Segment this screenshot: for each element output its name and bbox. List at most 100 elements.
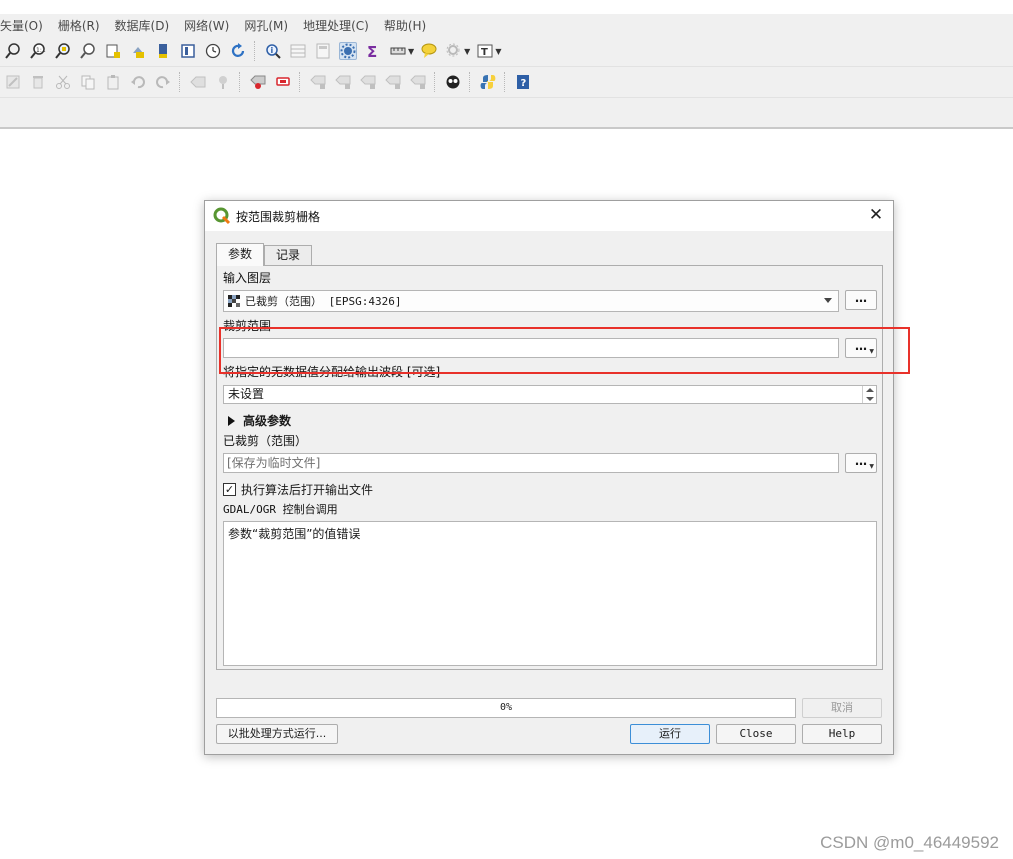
caret-down-icon: ▼ bbox=[869, 463, 874, 470]
measure-icon[interactable] bbox=[389, 42, 407, 60]
menu-mesh[interactable]: 网孔(M) bbox=[237, 17, 296, 34]
output-label: 已裁剪（范围） bbox=[223, 434, 308, 448]
help-icon[interactable]: ? bbox=[514, 73, 532, 91]
nodata-spinbox[interactable]: 未设置 bbox=[223, 385, 877, 404]
python-icon[interactable] bbox=[479, 73, 497, 91]
close-button[interactable]: Close bbox=[716, 724, 796, 744]
zoom-in-icon[interactable] bbox=[4, 42, 22, 60]
chevron-down-icon bbox=[824, 298, 832, 303]
paste-icon[interactable] bbox=[104, 73, 122, 91]
zoom-to-native-icon[interactable]: 1:1 bbox=[29, 42, 47, 60]
label-pin-icon[interactable] bbox=[214, 73, 232, 91]
clip-raster-by-extent-dialog: 按范围裁剪栅格 ✕ 参数 记录 输入图层 已裁剪（范围） [EPSG:4326]… bbox=[204, 200, 894, 755]
menu-web[interactable]: 网络(W) bbox=[177, 17, 237, 34]
advanced-parameters-label: 高级参数 bbox=[243, 414, 292, 428]
extent-options-button[interactable]: … ▼ bbox=[845, 338, 877, 358]
watermark: CSDN @m0_46449592 bbox=[820, 833, 999, 852]
measure-dropdown-icon[interactable]: ▼ bbox=[408, 47, 414, 56]
toolbar-separator bbox=[179, 72, 181, 92]
run-as-batch-button[interactable]: 以批处理方式运行... bbox=[216, 724, 338, 744]
pan-to-selection-icon[interactable] bbox=[154, 42, 172, 60]
menu-processing[interactable]: 地理处理(C) bbox=[296, 17, 377, 34]
show-bookmarks-icon[interactable] bbox=[129, 42, 147, 60]
spin-arrows[interactable] bbox=[862, 386, 876, 403]
nodata-label: 将指定的无数据值分配给输出波段 [可选] bbox=[223, 365, 441, 379]
settings-icon[interactable] bbox=[445, 42, 463, 60]
map-tips-icon[interactable] bbox=[420, 42, 438, 60]
checkbox-box[interactable]: ✓ bbox=[223, 483, 236, 496]
spin-down-icon[interactable] bbox=[866, 397, 874, 401]
input-layer-combo[interactable]: 已裁剪（范围） [EPSG:4326] bbox=[223, 290, 839, 312]
dialog-titlebar: 按范围裁剪栅格 ✕ bbox=[205, 201, 893, 231]
toolbar-separator bbox=[239, 72, 241, 92]
svg-text:?: ? bbox=[521, 78, 527, 89]
label-move-icon[interactable] bbox=[309, 73, 327, 91]
temporal-controller-icon[interactable] bbox=[204, 42, 222, 60]
undo-icon[interactable] bbox=[129, 73, 147, 91]
processing-toolbox-icon[interactable] bbox=[339, 42, 357, 60]
editing-toolbar: ? bbox=[0, 67, 1013, 98]
menu-vector[interactable]: 矢量(O) bbox=[0, 17, 51, 34]
toolbar-separator bbox=[469, 72, 471, 92]
expand-triangle-icon bbox=[228, 415, 235, 426]
extent-input[interactable] bbox=[223, 338, 839, 358]
parameters-panel: 输入图层 已裁剪（范围） [EPSG:4326] … 裁剪范围 … ▼ 将指定的无… bbox=[216, 265, 883, 670]
svg-text:T: T bbox=[481, 47, 488, 58]
run-button[interactable]: 运行 bbox=[630, 724, 710, 744]
label-remove-icon[interactable] bbox=[274, 73, 292, 91]
output-browse-button[interactable]: … ▼ bbox=[845, 453, 877, 473]
redo-icon[interactable] bbox=[154, 73, 172, 91]
menu-raster[interactable]: 栅格(R) bbox=[51, 17, 108, 34]
settings-dropdown-icon[interactable]: ▼ bbox=[464, 47, 470, 56]
zoom-to-layer-icon[interactable] bbox=[79, 42, 97, 60]
new-bookmark-icon[interactable] bbox=[104, 42, 122, 60]
ellipsis-icon: … bbox=[855, 291, 867, 305]
label-highlight-icon[interactable] bbox=[249, 73, 267, 91]
svg-text:i: i bbox=[271, 46, 274, 55]
tab-log[interactable]: 记录 bbox=[264, 245, 312, 265]
help-button[interactable]: Help bbox=[802, 724, 882, 744]
gdal-console-textarea[interactable]: 参数“裁剪范围”的值错误 bbox=[223, 521, 877, 666]
label-icon[interactable] bbox=[189, 73, 207, 91]
svg-text:Σ: Σ bbox=[367, 43, 377, 59]
label-toggle-icon[interactable] bbox=[384, 73, 402, 91]
plugin-icon[interactable] bbox=[444, 73, 462, 91]
tab-parameters[interactable]: 参数 bbox=[216, 243, 264, 266]
extent-label: 裁剪范围 bbox=[223, 319, 272, 333]
attribute-table-icon[interactable] bbox=[289, 42, 307, 60]
statistics-icon[interactable]: Σ bbox=[364, 42, 382, 60]
spin-up-icon[interactable] bbox=[866, 388, 874, 392]
menu-database[interactable]: 数据库(D) bbox=[108, 17, 178, 34]
menu-help[interactable]: 帮助(H) bbox=[377, 17, 434, 34]
close-icon[interactable]: ✕ bbox=[867, 206, 885, 224]
edit-icon[interactable] bbox=[4, 73, 22, 91]
toolbar-separator bbox=[254, 41, 256, 61]
dialog-title: 按范围裁剪栅格 bbox=[236, 209, 321, 224]
menu-bar: 矢量(O) 栅格(R) 数据库(D) 网络(W) 网孔(M) 地理处理(C) 帮… bbox=[0, 14, 1013, 36]
text-annotation-icon[interactable]: T bbox=[476, 42, 494, 60]
new-map-view-icon[interactable] bbox=[179, 42, 197, 60]
open-output-label: 执行算法后打开输出文件 bbox=[241, 483, 374, 497]
progress-text: 0% bbox=[499, 702, 513, 713]
delete-icon[interactable] bbox=[29, 73, 47, 91]
open-output-checkbox[interactable]: ✓ 执行算法后打开输出文件 bbox=[223, 481, 373, 498]
console-label: GDAL/OGR 控制台调用 bbox=[223, 503, 338, 516]
console-text: 参数“裁剪范围”的值错误 bbox=[228, 527, 361, 541]
zoom-to-selection-icon[interactable] bbox=[54, 42, 72, 60]
identify-icon[interactable]: i bbox=[264, 42, 282, 60]
output-file-input[interactable]: [保存为临时文件] bbox=[223, 453, 839, 473]
cancel-button[interactable]: 取消 bbox=[802, 698, 882, 718]
cut-icon[interactable] bbox=[54, 73, 72, 91]
advanced-parameters-toggle[interactable]: 高级参数 bbox=[228, 412, 291, 429]
refresh-icon[interactable] bbox=[229, 42, 247, 60]
label-history-icon[interactable] bbox=[409, 73, 427, 91]
input-layer-browse-button[interactable]: … bbox=[845, 290, 877, 310]
copy-icon[interactable] bbox=[79, 73, 97, 91]
label-change-icon[interactable] bbox=[359, 73, 377, 91]
field-calculator-icon[interactable] bbox=[314, 42, 332, 60]
toolbar-separator bbox=[434, 72, 436, 92]
label-rotate-icon[interactable] bbox=[334, 73, 352, 91]
annotation-dropdown-icon[interactable]: ▼ bbox=[495, 47, 501, 56]
input-layer-value: 已裁剪（范围） [EPSG:4326] bbox=[245, 295, 402, 308]
svg-text:1:1: 1:1 bbox=[36, 47, 46, 54]
